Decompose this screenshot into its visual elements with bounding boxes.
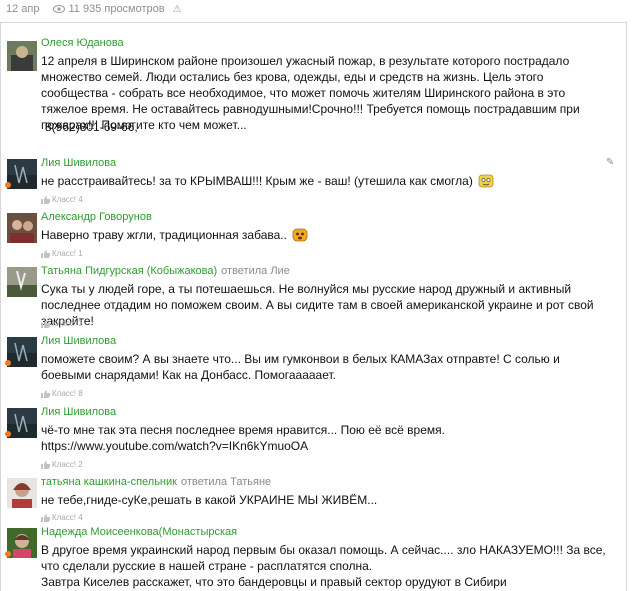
comment-item: Лия Шивилова ✎ не расстраивайтесь! за то… [1,155,626,207]
comment-text: не тебе,гниде-суКе,решать в какой УКРАИН… [41,493,378,507]
eye-icon [53,5,66,13]
thumb-up-icon [41,319,50,328]
online-indicator [5,182,11,188]
comment-body: Наверно траву жгли, традиционная забава.… [41,228,287,242]
comment-text: не расстраивайтесь! за то КРЫМВАШ!!! Кры… [41,173,611,189]
avatar[interactable] [7,408,37,438]
comment-text: В другое время украинский народ первым б… [41,543,606,573]
scrollbar[interactable] [630,22,640,591]
avatar-image [7,213,37,243]
like-counter[interactable]: Класс! 2 [41,460,83,469]
comment-item: Надежда Моисеенкова(Монастырская В друго… [1,524,626,591]
avatar[interactable] [7,213,37,243]
like-counter[interactable]: Класс! 1 [41,249,83,258]
author-name[interactable]: Лия Шивилова [41,406,116,418]
avatar-image [7,41,37,71]
author-name[interactable]: Надежда Моисеенкова(Монастырская [41,526,237,538]
online-indicator [5,551,11,557]
avatar[interactable] [7,267,37,297]
avatar[interactable] [7,337,37,367]
comments-panel: Олеся Юданова 12 апреля в Ширинском райо… [0,22,627,591]
views-count: 11 935 просмотров [53,3,165,15]
avatar-image [7,408,37,438]
comment-text: поможете своим? А вы знаете что... Вы им… [41,352,560,382]
avatar-image [7,478,37,508]
reply-to[interactable]: ответила Лие [221,265,290,277]
comment-author[interactable]: татьяна кашкина-спельник ответила Татьяне [41,476,271,488]
comment-author[interactable]: Надежда Моисеенкова(Монастырская [41,526,237,538]
like-counter[interactable]: Класс! 4 [41,195,83,204]
comment-text-continued: Завтра Киселев расскажет, что это бандер… [41,575,507,589]
comment-item: Лия Шивилова поможете своим? А вы знаете… [1,333,626,405]
author-name[interactable]: Лия Шивилова [41,157,116,169]
reply-to[interactable]: ответила Татьяне [181,476,271,488]
thumb-up-icon [41,249,50,258]
avatar[interactable] [7,478,37,508]
author-name[interactable]: татьяна кашкина-спельник [41,476,177,488]
phone-number: 8(962)801-69-66, [45,120,138,134]
emoji-icon [292,228,308,242]
like-label: Класс! 4 [52,195,83,204]
comment-item: Лия Шивилова чё-то мне так эта песня пос… [1,404,626,474]
pencil-icon[interactable]: ✎ [606,157,614,168]
like-label: Класс! 3 [52,319,83,328]
avatar[interactable] [7,159,37,189]
post-date: 12 апр [6,3,40,15]
like-label: Класс! 8 [52,389,83,398]
comment-author[interactable]: Татьяна Пидгурская (Кобыжакова) ответила … [41,265,290,277]
views-label: 11 935 просмотров [68,3,165,15]
comment-body: не расстраивайтесь! за то КРЫМВАШ!!! Кры… [41,174,473,188]
avatar-image [7,337,37,367]
author-name[interactable]: Александр Говорунов [41,211,152,223]
like-counter[interactable]: Класс! 3 [41,319,83,328]
like-counter[interactable]: Класс! 8 [41,389,83,398]
comment-author[interactable]: Александр Говорунов [41,211,152,223]
post-meta-bar: 12 апр 11 935 просмотров ⚠ [0,0,640,18]
thumb-up-icon [41,195,50,204]
author-name[interactable]: Олеся Юданова [41,37,124,49]
avatar-image [7,267,37,297]
comment-author[interactable]: Лия Шивилова [41,157,116,169]
like-label: Класс! 2 [52,460,83,469]
like-label: Класс! 4 [52,513,83,522]
comment-author[interactable]: Олеся Юданова [41,37,124,49]
like-counter[interactable]: Класс! 4 [41,513,83,522]
avatar[interactable] [7,528,37,558]
avatar-image [7,528,37,558]
thumb-up-icon [41,389,50,398]
comment-author[interactable]: Лия Шивилова [41,335,116,347]
comment-item: Татьяна Пидгурская (Кобыжакова) ответила … [1,263,626,333]
comment-item: Олеся Юданова 12 апреля в Ширинском райо… [1,33,626,143]
comment-author[interactable]: Лия Шивилова [41,406,116,418]
like-label: Класс! 1 [52,249,83,258]
thumb-up-icon [41,460,50,469]
comment-item: татьяна кашкина-спельник ответила Татьяне… [1,474,626,526]
online-indicator [5,431,11,437]
warning-icon[interactable]: ⚠ [173,4,182,15]
comment-item: Александр Говорунов Наверно траву жгли, … [1,209,626,261]
thumb-up-icon [41,513,50,522]
avatar-image [7,159,37,189]
comment-text: Наверно траву жгли, традиционная забава.… [41,227,611,243]
author-name[interactable]: Лия Шивилова [41,335,116,347]
online-indicator [5,360,11,366]
avatar[interactable] [7,41,37,71]
emoji-icon [478,174,494,188]
comment-text: Сука ты у людей горе, а ты потешаешься. … [41,282,594,328]
comment-text: чё-то мне так эта песня последнее время … [41,423,445,453]
author-name[interactable]: Татьяна Пидгурская (Кобыжакова) [41,265,217,277]
